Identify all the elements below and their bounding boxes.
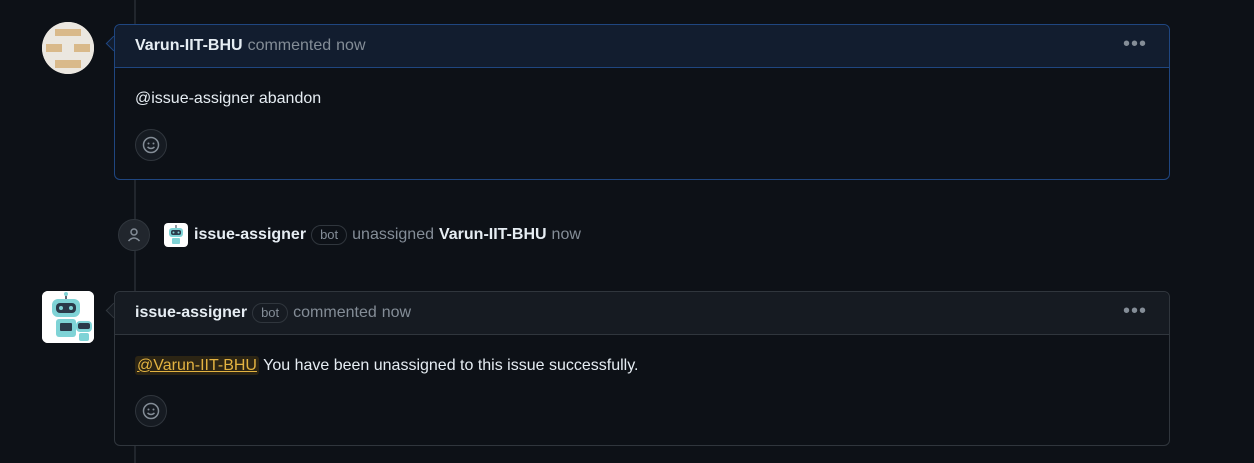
add-reaction-button[interactable] [135, 395, 167, 427]
event-action: unassigned [352, 226, 434, 243]
event-target[interactable]: Varun-IIT-BHU [439, 226, 547, 244]
person-icon [118, 219, 150, 251]
user-mention-link[interactable]: @Varun-IIT-BHU [135, 356, 259, 375]
comment-box: Varun-IIT-BHU commented now ••• @issue-a… [114, 24, 1170, 180]
timeline-event: issue-assigner bot unassigned Varun-IIT-… [118, 218, 581, 252]
smiley-icon [142, 136, 160, 154]
comment-time[interactable]: now [336, 37, 365, 55]
add-reaction-button[interactable] [135, 129, 167, 161]
smiley-icon [142, 402, 160, 420]
bot-badge: bot [252, 303, 289, 323]
comment-action: commented [293, 304, 377, 321]
comment-body: @Varun-IIT-BHU You have been unassigned … [115, 335, 1169, 375]
avatar[interactable] [42, 22, 94, 74]
kebab-horizontal-icon[interactable]: ••• [1123, 300, 1147, 323]
comment-box: issue-assigner bot commented now ••• @Va… [114, 291, 1170, 446]
event-time[interactable]: now [552, 226, 581, 244]
event-actor[interactable]: issue-assigner [194, 226, 306, 244]
bot-avatar[interactable] [42, 291, 94, 343]
comment-action: commented [247, 37, 332, 54]
comment-header: issue-assigner bot commented now ••• [115, 292, 1169, 335]
comment-author[interactable]: Varun-IIT-BHU [135, 37, 243, 55]
kebab-horizontal-icon[interactable]: ••• [1123, 33, 1147, 56]
bot-badge: bot [311, 225, 348, 245]
bot-avatar-icon[interactable] [164, 223, 188, 247]
comment-author[interactable]: issue-assigner [135, 304, 247, 322]
comment-body: @issue-assigner abandon [135, 90, 322, 107]
comment-text: You have been unassigned to this issue s… [263, 357, 639, 374]
comment-time[interactable]: now [382, 304, 411, 322]
comment-header: Varun-IIT-BHU commented now ••• [115, 25, 1169, 68]
